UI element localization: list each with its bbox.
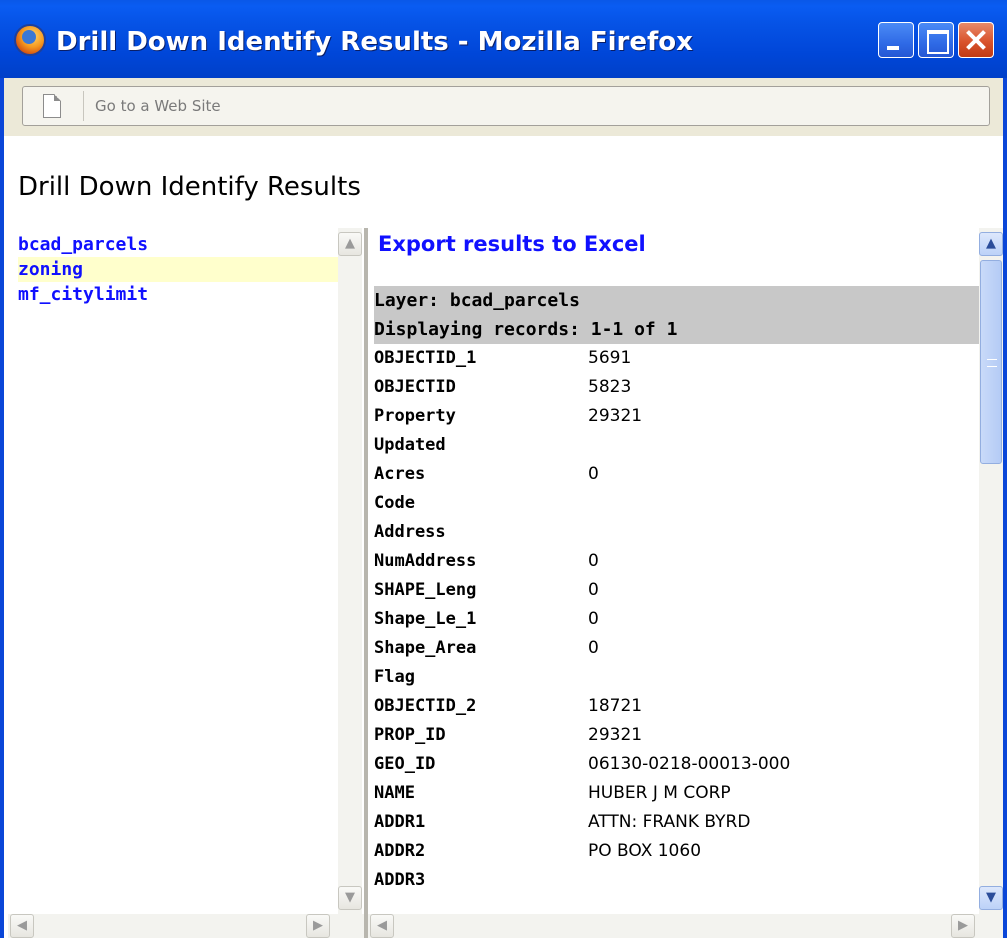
page-title: Drill Down Identify Results [18, 172, 361, 202]
field-value: 0 [588, 638, 599, 658]
field-value: 5691 [588, 348, 632, 368]
table-row: Code [374, 489, 983, 518]
maximize-button[interactable] [918, 22, 954, 58]
layer-header: Layer: bcad_parcels [374, 286, 983, 315]
table-row: PROP_ID 29321 [374, 721, 983, 750]
table-row: SHAPE_Leng 0 [374, 576, 983, 605]
field-value: 0 [588, 609, 599, 629]
field-name: NumAddress [374, 551, 477, 571]
table-row: OBJECTID_1 5691 [374, 344, 983, 373]
layer-link-bcad-parcels[interactable]: bcad_parcels [18, 232, 338, 257]
firefox-icon [14, 24, 46, 56]
table-row: Property 29321 [374, 402, 983, 431]
table-row: GEO_ID 06130-0218-00013-000 [374, 750, 983, 779]
field-value: 29321 [588, 406, 643, 426]
page-icon [43, 94, 61, 118]
field-name: GEO_ID [374, 754, 436, 774]
field-name: OBJECTID_1 [374, 348, 477, 368]
field-value: 18721 [588, 696, 643, 716]
field-value: 29321 [588, 725, 643, 745]
layers-frame: bcad_parcels zoning mf_citylimit ▲ ▼ ◀ ▶ [8, 228, 364, 938]
field-name: NAME [374, 783, 415, 803]
layer-link-zoning[interactable]: zoning [18, 257, 338, 282]
field-name: SHAPE_Leng [374, 580, 477, 600]
table-row: OBJECTID 5823 [374, 373, 983, 402]
table-row: NumAddress 0 [374, 547, 983, 576]
table-row: Address [374, 518, 983, 547]
field-name: Code [374, 493, 415, 513]
field-name: Acres [374, 464, 426, 484]
field-name: ADDR2 [374, 841, 426, 861]
table-row: ADDR3 [374, 866, 983, 895]
address-bar[interactable]: Go to a Web Site [22, 86, 990, 126]
page-content: Drill Down Identify Results bcad_parcels… [0, 136, 1007, 938]
scroll-down-arrow-icon[interactable]: ▼ [979, 886, 1003, 910]
results-viewport: Export results to Excel Layer: bcad_parc… [368, 228, 983, 914]
scroll-left-arrow-icon[interactable]: ◀ [370, 914, 394, 938]
scroll-up-arrow-icon[interactable]: ▲ [979, 232, 1003, 256]
layer-link-mf-citylimit[interactable]: mf_citylimit [18, 282, 338, 307]
address-input[interactable]: Go to a Web Site [95, 87, 221, 125]
window-title: Drill Down Identify Results - Mozilla Fi… [56, 27, 693, 57]
address-toolbar: Go to a Web Site [0, 78, 1007, 136]
results-horizontal-scrollbar[interactable]: ◀ ▶ [368, 914, 1003, 938]
scroll-right-arrow-icon[interactable]: ▶ [951, 914, 975, 938]
field-name: Shape_Area [374, 638, 477, 658]
table-row: ADDR2 PO BOX 1060 [374, 837, 983, 866]
field-name: OBJECTID [374, 377, 456, 397]
scroll-left-arrow-icon[interactable]: ◀ [10, 914, 34, 938]
field-name: Shape_Le_1 [374, 609, 477, 629]
field-value: 5823 [588, 377, 632, 397]
field-value: ATTN: FRANK BYRD [588, 812, 751, 832]
layers-horizontal-scrollbar[interactable]: ◀ ▶ [8, 914, 364, 938]
results-vertical-scrollbar[interactable]: ▲ ▼ [979, 228, 1003, 914]
results-table: Layer: bcad_parcels Displaying records: … [374, 286, 983, 895]
field-name: PROP_ID [374, 725, 446, 745]
field-name: ADDR3 [374, 870, 426, 890]
field-name: ADDR1 [374, 812, 426, 832]
table-row: OBJECTID_2 18721 [374, 692, 983, 721]
field-value: 06130-0218-00013-000 [588, 754, 791, 774]
field-value: 0 [588, 464, 599, 484]
table-row: NAME HUBER J M CORP [374, 779, 983, 808]
table-row: ADDR1 ATTN: FRANK BYRD [374, 808, 983, 837]
scrollbar-thumb[interactable] [980, 260, 1002, 464]
field-value: PO BOX 1060 [588, 841, 702, 861]
field-value: 0 [588, 580, 599, 600]
records-header: Displaying records: 1-1 of 1 [374, 315, 983, 344]
table-row: Shape_Area 0 [374, 634, 983, 663]
record-rows: OBJECTID_1 5691 OBJECTID 5823 Property 29321 U… [374, 344, 983, 895]
close-button[interactable] [958, 22, 994, 58]
field-name: Property [374, 406, 456, 426]
field-name: Updated [374, 435, 446, 455]
table-row: Acres 0 [374, 460, 983, 489]
window-titlebar[interactable]: Drill Down Identify Results - Mozilla Fi… [0, 0, 1007, 78]
field-value: HUBER J M CORP [588, 783, 731, 803]
minimize-button[interactable] [878, 22, 914, 58]
field-name: OBJECTID_2 [374, 696, 477, 716]
address-divider [83, 91, 84, 121]
scroll-up-arrow-icon[interactable]: ▲ [338, 232, 362, 256]
layers-vertical-scrollbar[interactable]: ▲ ▼ [338, 228, 362, 914]
field-name: Flag [374, 667, 415, 687]
scroll-down-arrow-icon[interactable]: ▼ [338, 886, 362, 910]
table-row: Flag [374, 663, 983, 692]
export-excel-link[interactable]: Export results to Excel [378, 232, 646, 256]
field-value: 0 [588, 551, 599, 571]
table-row: Updated [374, 431, 983, 460]
results-frame: Export results to Excel Layer: bcad_parc… [364, 228, 1003, 938]
scroll-right-arrow-icon[interactable]: ▶ [306, 914, 330, 938]
table-row: Shape_Le_1 0 [374, 605, 983, 634]
field-name: Address [374, 522, 446, 542]
